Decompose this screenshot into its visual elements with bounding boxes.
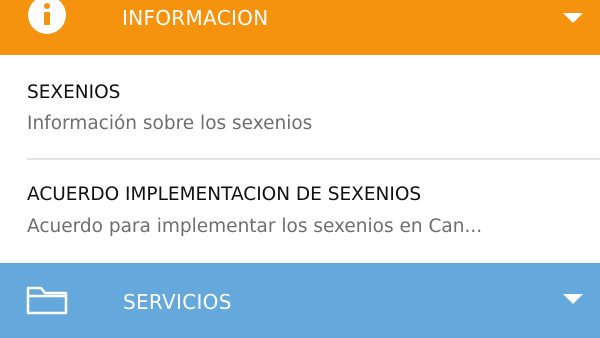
list-item-title: ACUERDO IMPLEMENTACION DE SEXENIOS — [27, 184, 422, 205]
servicios-section-header[interactable]: SERVICIOS — [0, 263, 600, 338]
screen: INFORMACION SEXENIOS Información sobre l… — [0, 0, 600, 338]
caret-down-icon[interactable] — [563, 13, 583, 23]
list-item-sexenios[interactable]: SEXENIOS Información sobre los sexenios — [0, 55, 600, 159]
list-item-subtitle: Acuerdo para implementar los sexenios en… — [27, 216, 483, 237]
caret-down-icon[interactable] — [563, 294, 583, 304]
list-item-subtitle: Información sobre los sexenios — [27, 113, 313, 134]
list-item-acuerdo-implementacion[interactable]: ACUERDO IMPLEMENTACION DE SEXENIOS Acuer… — [0, 160, 600, 263]
servicios-label: SERVICIOS — [123, 290, 232, 314]
list-item-title: SEXENIOS — [27, 82, 121, 103]
info-icon — [27, 0, 67, 36]
folder-icon — [26, 285, 68, 315]
informacion-label: INFORMACION — [122, 6, 269, 30]
informacion-section-header[interactable]: INFORMACION — [0, 0, 600, 55]
